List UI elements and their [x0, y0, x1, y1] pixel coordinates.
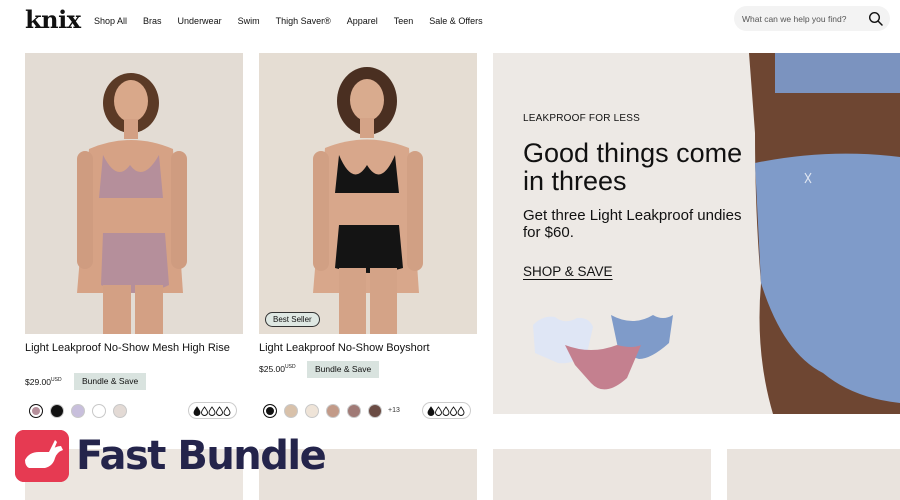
product-image[interactable] [727, 449, 900, 500]
color-swatches: +13 [259, 404, 400, 420]
product-image[interactable] [493, 449, 711, 500]
fast-bundle-logo [15, 430, 69, 482]
product-card[interactable]: Best Seller Light Leakproof No-Show Boys… [259, 53, 477, 419]
search-bar[interactable] [734, 6, 890, 31]
drop-icon [427, 406, 435, 416]
search-icon[interactable] [868, 11, 884, 27]
nav-teen[interactable]: Teen [394, 16, 414, 26]
drop-icon [223, 406, 231, 416]
product-image[interactable]: Best Seller [259, 53, 477, 334]
nav-shop-all[interactable]: Shop All [94, 16, 127, 26]
absorbency-drops [427, 406, 465, 416]
search-input[interactable] [742, 12, 862, 25]
model-photo [25, 53, 243, 334]
drop-icon [435, 406, 442, 416]
drop-icon [442, 406, 450, 416]
product-title[interactable]: Light Leakproof No-Show Mesh High Rise [25, 342, 243, 355]
color-swatch[interactable] [92, 404, 106, 418]
product-title[interactable]: Light Leakproof No-Show Boyshort [259, 342, 477, 355]
bundle-save-button[interactable]: Bundle & Save [307, 361, 380, 378]
color-swatch[interactable] [305, 404, 319, 418]
nav-sale-offers[interactable]: Sale & Offers [429, 16, 482, 26]
promo-headline: Good things come in threes [523, 138, 743, 196]
nav-underwear[interactable]: Underwear [178, 16, 222, 26]
absorbency-indicator [422, 402, 471, 419]
color-swatch[interactable] [50, 404, 64, 418]
best-seller-badge: Best Seller [265, 312, 320, 327]
product-image[interactable] [25, 53, 243, 334]
drop-icon [208, 406, 216, 416]
color-swatch[interactable] [284, 404, 298, 418]
drop-icon [201, 406, 208, 416]
color-swatch[interactable] [71, 404, 85, 418]
main-nav: Shop All Bras Underwear Swim Thigh Saver… [94, 16, 499, 26]
nav-swim[interactable]: Swim [238, 16, 260, 26]
model-photo [259, 53, 477, 334]
color-swatch[interactable] [368, 404, 382, 418]
absorbency-indicator [188, 402, 237, 419]
color-swatch[interactable] [326, 404, 340, 418]
product-card[interactable]: Light Leakproof No-Show Mesh High Rise $… [25, 53, 243, 419]
drop-icon [457, 406, 465, 416]
color-swatch[interactable] [29, 404, 43, 418]
product-price: $25.00USD [259, 364, 296, 374]
color-swatch[interactable] [263, 404, 277, 418]
product-price: $29.00USD [25, 377, 62, 387]
shop-save-link[interactable]: SHOP & SAVE [523, 264, 613, 279]
drop-icon [216, 406, 223, 416]
drop-icon [450, 406, 457, 416]
nav-apparel[interactable]: Apparel [347, 16, 378, 26]
color-swatch[interactable] [347, 404, 361, 418]
fast-bundle-watermark: Fast Bundle [76, 433, 327, 479]
color-swatch[interactable] [113, 404, 127, 418]
absorbency-drops [193, 406, 231, 416]
color-swatches [25, 404, 165, 420]
more-colors-count[interactable]: +13 [388, 407, 400, 414]
bundle-save-button[interactable]: Bundle & Save [74, 373, 147, 390]
promo-subtext: Get three Light Leakproof undies for $60… [523, 207, 742, 241]
promo-eyebrow: LEAKPROOF FOR LESS [523, 113, 640, 124]
promo-banner[interactable]: LEAKPROOF FOR LESS Good things come in t… [493, 53, 900, 414]
nav-bras[interactable]: Bras [143, 16, 162, 26]
site-header: knix Shop All Bras Underwear Swim Thigh … [0, 0, 900, 42]
nav-thigh-saver[interactable]: Thigh Saver® [276, 16, 331, 26]
knix-logo[interactable]: knix [25, 5, 81, 34]
drop-icon [193, 406, 201, 416]
